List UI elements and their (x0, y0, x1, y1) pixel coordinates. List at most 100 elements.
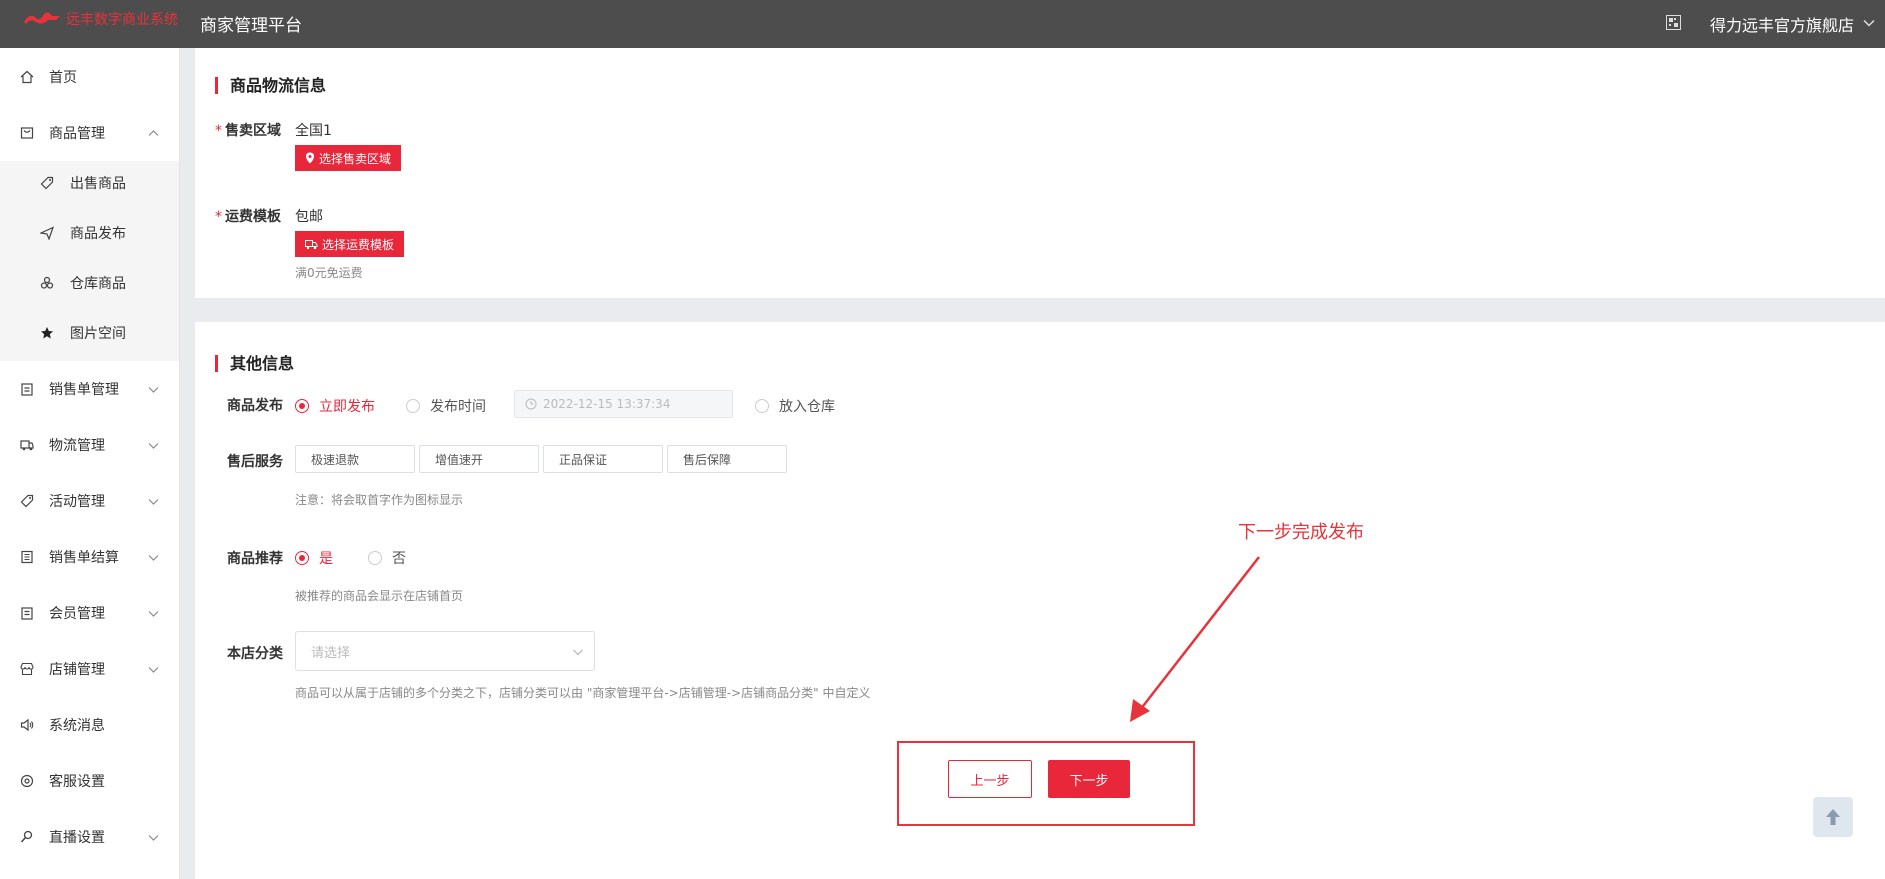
recommend-hint: 被推荐的商品会显示在店铺首页 (295, 589, 464, 603)
app-title: 商家管理平台 (200, 16, 302, 36)
warehouse-icon (40, 276, 54, 289)
sidebar-item-home[interactable]: 首页 (0, 57, 180, 97)
sidebar-item-label: 物流管理 (49, 438, 105, 454)
sidebar-item-label: 会员管理 (49, 606, 105, 622)
send-icon (40, 226, 54, 240)
logo-text: 远丰数字商业系统 (66, 12, 178, 28)
logistics-card: 商品物流信息 * 售卖区域 全国1 选择售卖区域 * 运费模板 包邮 选择运费模板 … (195, 48, 1885, 298)
aftersale-input-2[interactable] (419, 445, 539, 473)
sidebar-item-settlement[interactable]: 销售单结算 (0, 537, 180, 577)
publish-now-radio[interactable]: 立即发布 (295, 396, 375, 416)
chevron-up-icon (148, 129, 159, 136)
sidebar-item-live[interactable]: 直播设置 (0, 817, 180, 857)
aftersale-hint: 注意：将会取首字作为图标显示 (295, 493, 464, 507)
sidebar-subitem-label: 商品发布 (70, 226, 126, 242)
sidebar-item-label: 客服设置 (49, 774, 105, 790)
chevron-down-icon (148, 442, 159, 449)
qrcode-icon[interactable] (1666, 15, 1681, 30)
sidebar-item-activity[interactable]: 活动管理 (0, 481, 180, 521)
sidebar-item-label: 直播设置 (49, 830, 105, 846)
truck-icon (305, 239, 318, 249)
sidebar-subitem-warehouse[interactable]: 仓库商品 (0, 263, 179, 303)
chevron-down-icon (148, 498, 159, 505)
region-label: * 售卖区域 (215, 123, 281, 139)
sidebar-subitem-publish[interactable]: 商品发布 (0, 213, 179, 253)
publish-label: 商品发布 (227, 398, 283, 414)
logo[interactable]: 远丰数字商业系统 (22, 8, 178, 30)
publish-time-input[interactable]: 2022-12-15 13:37:34 (514, 390, 733, 418)
store-name[interactable]: 得力远丰官方旗舰店 (1710, 12, 1854, 36)
publish-time-radio[interactable]: 发布时间 (406, 396, 486, 416)
store-icon (20, 662, 34, 676)
chevron-down-icon (148, 610, 159, 617)
next-step-button[interactable]: 下一步 (1048, 760, 1130, 798)
freight-value: 包邮 (295, 209, 323, 225)
freight-hint: 满0元免运费 (295, 266, 363, 280)
sidebar-item-label: 系统消息 (49, 718, 105, 734)
select-freight-template-button[interactable]: 选择运费模板 (295, 231, 405, 257)
truck-icon (20, 440, 34, 451)
chevron-down-icon (148, 554, 159, 561)
top-bar: 远丰数字商业系统 商家管理平台 得力远丰官方旗舰店 (0, 0, 1885, 48)
chevron-down-icon[interactable] (1863, 17, 1875, 29)
category-hint: 商品可以从属于店铺的多个分类之下，店铺分类可以由 "商家管理平台->店铺管理->… (295, 686, 871, 700)
aftersale-label: 售后服务 (227, 454, 283, 470)
sidebar-subitem-on-sale[interactable]: 出售商品 (0, 163, 179, 203)
sidebar-item-store[interactable]: 店铺管理 (0, 649, 180, 689)
speaker-icon (20, 718, 34, 732)
service-icon (20, 774, 34, 788)
category-select[interactable]: 请选择 (295, 631, 595, 671)
region-value: 全国1 (295, 123, 332, 139)
chevron-down-icon (573, 649, 583, 656)
sidebar-item-label: 店铺管理 (49, 662, 105, 678)
aftersale-input-3[interactable] (543, 445, 663, 473)
sidebar-item-sales[interactable]: 销售单管理 (0, 369, 180, 409)
tag-icon (20, 494, 34, 508)
goods-icon (20, 127, 34, 139)
aftersale-input-1[interactable] (295, 445, 415, 473)
sidebar-subitem-label: 仓库商品 (70, 276, 126, 292)
put-in-warehouse-radio[interactable]: 放入仓库 (755, 396, 835, 416)
live-icon (20, 830, 33, 843)
tag-icon (40, 176, 54, 190)
star-icon (41, 327, 53, 339)
logo-mark-icon (24, 12, 60, 24)
home-icon (20, 70, 34, 84)
arrow-up-icon (1826, 809, 1840, 825)
select-region-button[interactable]: 选择售卖区域 (295, 145, 402, 171)
sidebar-item-goods[interactable]: 商品管理 (0, 113, 180, 153)
sidebar-subitem-label: 图片空间 (70, 326, 126, 342)
clock-icon (525, 398, 537, 410)
category-label: 本店分类 (227, 646, 283, 662)
sidebar-item-label: 商品管理 (49, 126, 105, 142)
book-icon (21, 550, 33, 564)
sidebar-subitem-images[interactable]: 图片空间 (0, 313, 179, 353)
chevron-down-icon (148, 834, 159, 841)
sidebar-item-label: 销售单管理 (49, 382, 119, 398)
category-placeholder: 请选择 (311, 645, 351, 661)
annotation-highlight-box (897, 741, 1195, 826)
goods-submenu: 出售商品 商品发布 仓库商品 图片空间 (0, 161, 179, 361)
sidebar-item-label: 首页 (49, 70, 77, 86)
clipboard-icon (21, 383, 33, 396)
recommend-yes-radio[interactable]: 是 (295, 548, 333, 568)
annotation-text: 下一步完成发布 (1238, 522, 1364, 543)
sidebar-subitem-label: 出售商品 (70, 176, 126, 192)
back-to-top-button[interactable] (1813, 797, 1853, 837)
sidebar-item-label: 销售单结算 (49, 550, 119, 566)
sidebar-item-members[interactable]: 会员管理 (0, 593, 180, 633)
aftersale-input-4[interactable] (667, 445, 787, 473)
other-section-title: 其他信息 (215, 355, 294, 372)
logistics-section-title: 商品物流信息 (215, 77, 326, 94)
sidebar-item-customer-service[interactable]: 客服设置 (0, 761, 180, 801)
prev-step-button[interactable]: 上一步 (948, 760, 1032, 798)
sidebar: 首页 商品管理 出售商品 商品发布 仓库商品 图片空间 销售单管理 物流管理 活… (0, 48, 180, 879)
sidebar-item-messages[interactable]: 系统消息 (0, 705, 180, 745)
chevron-down-icon (148, 666, 159, 673)
chevron-down-icon (148, 386, 159, 393)
sidebar-item-label: 活动管理 (49, 494, 105, 510)
freight-label: * 运费模板 (215, 209, 281, 225)
location-pin-icon (306, 152, 314, 164)
sidebar-item-logistics[interactable]: 物流管理 (0, 425, 180, 465)
recommend-no-radio[interactable]: 否 (368, 548, 406, 568)
